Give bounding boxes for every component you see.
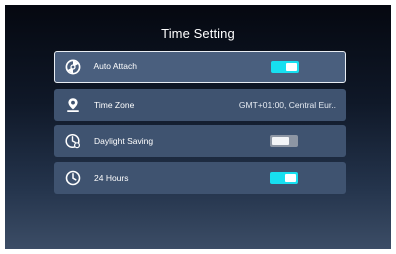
setting-row-24-hours[interactable]: 24 Hours [54, 162, 346, 194]
daylight-saving-toggle[interactable] [270, 135, 298, 147]
toggle-knob [285, 62, 297, 71]
setting-row-auto-attach[interactable]: Auto Attach [54, 51, 346, 83]
clock-sun-icon [64, 132, 82, 150]
toggle-knob [285, 174, 296, 182]
toggle-knob [272, 137, 289, 145]
24-hours-toggle[interactable] [270, 172, 298, 184]
auto-attach-toggle[interactable] [270, 60, 299, 73]
time-zone-value: GMT+01:00, Central Eur.. [238, 100, 336, 110]
time-setting-screen: Time Setting Auto Attach Time Zone GMT+0… [5, 5, 391, 249]
setting-label: Auto Attach [93, 61, 137, 71]
setting-row-daylight-saving[interactable]: Daylight Saving [54, 125, 346, 157]
setting-row-time-zone[interactable]: Time Zone GMT+01:00, Central Eur.. [54, 89, 346, 121]
clock-icon [64, 169, 82, 187]
setting-label: 24 Hours [94, 173, 129, 183]
page-title: Time Setting [161, 26, 235, 41]
setting-label: Time Zone [94, 100, 135, 110]
auto-attach-icon [64, 58, 82, 76]
map-pin-icon [64, 96, 82, 114]
setting-label: Daylight Saving [94, 136, 154, 146]
